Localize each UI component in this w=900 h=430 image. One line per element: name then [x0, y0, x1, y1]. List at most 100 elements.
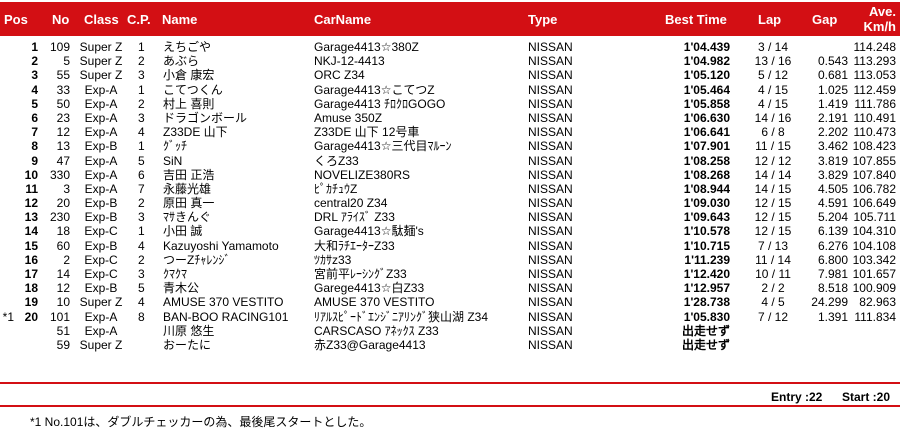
- cell-no: 14: [56, 267, 70, 281]
- cell-cp: 2: [138, 54, 145, 69]
- table-row: 18 12 Exp-B 5 青木公 Garege4413☆白Z33 NISSAN 1'12.9…: [0, 281, 900, 295]
- cell-gap: 4.505: [817, 181, 848, 196]
- cell-lap: 4 / 5: [761, 295, 785, 310]
- cell-cp: 4: [138, 125, 145, 140]
- cell-pos: 18: [24, 281, 38, 296]
- table-row: 9 47 Exp-A 5 SiN くろZ33 NISSAN 1'08.258 12 / 12 3.…: [0, 154, 900, 168]
- cell-gap: 5.204: [817, 210, 848, 225]
- cell-ave: 113.293: [853, 54, 897, 69]
- header-gap: Gap: [812, 12, 838, 27]
- cell-type: NISSAN: [528, 238, 573, 253]
- cell-no: 23: [56, 110, 70, 125]
- cell-best: 1'04.982: [683, 54, 730, 69]
- cell-ave: 100.909: [852, 281, 896, 296]
- cell-best: 1'04.439: [683, 40, 730, 54]
- cell-gap: 6.276: [817, 238, 848, 253]
- header-ave-line2: Km/h: [863, 19, 897, 34]
- table-row: 15 60 Exp-B 4 Kazuyoshi Yamamoto 大和ﾗﾁｴｰﾀｰZ33 N…: [0, 239, 900, 253]
- cell-name: 小倉 康宏: [163, 68, 215, 83]
- cell-pos: 10: [24, 167, 38, 182]
- bottom-rule-upper: [0, 382, 900, 384]
- cell-lap: 5 / 12: [757, 68, 789, 83]
- cell-no: 10: [56, 295, 70, 310]
- cell-ave: 112.459: [853, 82, 897, 97]
- cell-cp: 1: [138, 139, 145, 154]
- cell-cls: Super Z: [79, 337, 123, 352]
- table-row: 11 3 Exp-A 7 永藤光雄 ﾋﾟｶﾁｭｳZ NISSAN 1'08.944 14 / 1…: [0, 182, 900, 196]
- cell-cls: Exp-B: [84, 238, 118, 253]
- cell-no: 5: [63, 54, 70, 69]
- cell-name: 原田 真一: [163, 196, 215, 211]
- cell-best: 1'12.420: [683, 267, 730, 281]
- cell-ave: 111.834: [854, 309, 896, 324]
- cell-name: ｸﾏｸﾏ: [163, 267, 188, 281]
- cell-gap: 2.202: [817, 125, 848, 140]
- cell-gap: 6.139: [817, 224, 848, 239]
- cell-no: 33: [56, 82, 70, 97]
- cell-best: 1'08.268: [683, 167, 730, 182]
- cell-gap: 3.829: [817, 167, 848, 182]
- cell-cls: Exp-C: [84, 267, 118, 281]
- cell-no: 230: [49, 210, 70, 225]
- cell-best: 1'11.239: [684, 252, 730, 267]
- cell-best: 1'10.715: [683, 238, 730, 253]
- cell-cp: 5: [138, 153, 145, 168]
- cell-pos: 19: [24, 295, 38, 310]
- header-pos: Pos: [4, 12, 28, 27]
- cell-ave: 106.782: [852, 181, 896, 196]
- cell-cp: 1: [138, 82, 145, 97]
- cell-pos: 1: [31, 40, 38, 54]
- cell-gap: 7.981: [817, 267, 848, 281]
- table-row: 51 Exp-A 川原 悠生 CARSCASO ｱﾈｯｸｽ Z33 NISSAN 出走せず: [0, 324, 900, 338]
- table-row: 6 23 Exp-A 3 ドラゴンボール Amuse 350Z NISSAN 1'06.630…: [0, 111, 900, 125]
- header-ave: Ave. Km/h: [848, 4, 897, 34]
- footnote: *1 No.101は、ダブルチェッカーの為、最後尾スタートとした。: [30, 415, 372, 429]
- entry-count: Entry :22: [771, 390, 823, 404]
- cell-car: 赤Z33@Garage4413: [314, 337, 426, 352]
- cell-name: 村上 喜則: [163, 96, 215, 111]
- cell-ave: 111.786: [854, 96, 896, 111]
- cell-type: NISSAN: [528, 110, 573, 125]
- cell-cp: 2: [138, 252, 145, 267]
- cell-cls: Exp-C: [84, 224, 118, 239]
- cell-no: 59: [56, 337, 70, 352]
- cell-ave: 113.053: [853, 68, 897, 83]
- cell-no: 20: [56, 196, 70, 211]
- cell-gap: 8.518: [817, 281, 848, 296]
- cell-best: 1'05.464: [683, 82, 730, 97]
- cell-cls: Exp-A: [84, 110, 118, 125]
- table-row: 5 50 Exp-A 2 村上 喜則 Garage4413 ﾁﾛｸﾛGOGO NISSAN 1…: [0, 97, 900, 111]
- header-carname: CarName: [314, 12, 372, 27]
- cell-pos: 17: [24, 267, 38, 281]
- start-count: Start :20: [842, 390, 891, 404]
- cell-cp: 3: [138, 267, 145, 281]
- cell-name: つーZﾁｬﾚﾝｼﾞ: [163, 252, 231, 267]
- cell-no: 51: [56, 323, 70, 338]
- cell-cp: 4: [138, 295, 145, 310]
- cell-name: 青木公: [163, 281, 200, 296]
- cell-ave: 103.342: [852, 252, 896, 267]
- cell-ave: 101.657: [852, 267, 896, 281]
- cell-type: NISSAN: [528, 267, 573, 281]
- cell-cp: 1: [138, 40, 145, 54]
- table-row: 16 2 Exp-C 2 つーZﾁｬﾚﾝｼﾞ ﾂｶｻz33 NISSAN 1'11.239 11…: [0, 253, 900, 267]
- cell-no: 18: [56, 224, 70, 239]
- cell-lap: 13 / 16: [754, 54, 792, 69]
- cell-pos: 5: [31, 96, 38, 111]
- cell-lap: 4 / 15: [757, 96, 789, 111]
- cell-lap: 2 / 2: [761, 281, 785, 296]
- cell-best: 1'07.901: [683, 139, 730, 154]
- cell-type: NISSAN: [528, 224, 573, 239]
- cell-car: NKJ-12-4413: [314, 54, 385, 69]
- cell-type: NISSAN: [528, 337, 573, 352]
- cell-car: ﾘｱﾙｽﾋﾟｰﾄﾞｴﾝｼﾞﾆｱﾘﾝｸﾞ狭山湖 Z34: [314, 309, 489, 324]
- cell-cp: 6: [138, 167, 145, 182]
- cell-car: Garege4413☆白Z33: [314, 281, 425, 296]
- cell-car: DRL ｱﾗｲｽﾞ Z33: [314, 210, 395, 225]
- cell-best: 1'09.643: [683, 210, 730, 225]
- cell-cp: 3: [138, 110, 145, 125]
- cell-name: 吉田 正浩: [163, 167, 215, 182]
- cell-best: 1'05.830: [683, 309, 730, 324]
- cell-lap: 12 / 12: [754, 153, 792, 168]
- table-row: *1 20 101 Exp-A 8 BAN-BOO RACING101 ﾘｱﾙｽﾋﾟｰﾄﾞｴ…: [0, 310, 900, 324]
